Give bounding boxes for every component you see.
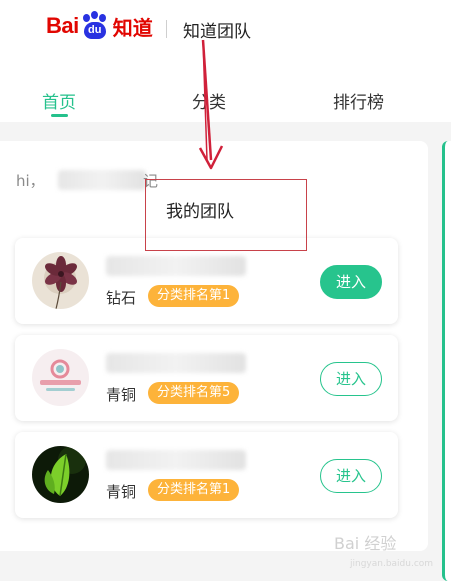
watermark-url: jingyan.baidu.com xyxy=(350,559,434,569)
team-rank-level: 青铜 xyxy=(106,483,137,501)
category-rank-badge: 分类排名第1 xyxy=(148,285,240,307)
baidu-zhidao-logo[interactable]: Bai du 知道 xyxy=(46,8,153,44)
tab-home[interactable]: 首页 xyxy=(42,88,76,113)
next-card-edge[interactable] xyxy=(442,141,451,581)
category-rank-badge: 分类排名第1 xyxy=(148,479,240,501)
annotation-label: 我的团队 xyxy=(166,202,234,222)
logo-bai-text: Bai xyxy=(46,13,79,38)
team-row[interactable]: 青铜 分类排名第1 进入 xyxy=(15,432,398,518)
app-header: Bai du 知道 知道团队 xyxy=(0,0,451,62)
team-row[interactable]: 青铜 分类排名第5 进入 xyxy=(15,335,398,421)
enter-team-button[interactable]: 进入 xyxy=(320,265,382,299)
baidu-jingyan-watermark: Bai 经验 xyxy=(334,534,397,553)
greeting-prefix: hi， xyxy=(16,172,45,190)
page-title: 知道团队 xyxy=(183,22,251,42)
tab-bar: 首页 分类 排行榜 xyxy=(0,82,451,122)
logo-du-text: du xyxy=(83,22,106,39)
logo-zhidao-text: 知道 xyxy=(112,15,153,40)
team-name-blurred xyxy=(106,353,246,373)
username-blurred xyxy=(58,170,146,190)
team-avatar xyxy=(32,252,89,309)
tab-category[interactable]: 分类 xyxy=(192,88,226,113)
enter-team-button[interactable]: 进入 xyxy=(320,459,382,493)
header-divider xyxy=(166,20,167,38)
team-rank-level: 青铜 xyxy=(106,386,137,404)
team-avatar xyxy=(32,446,89,503)
baidu-paw-icon: du xyxy=(80,11,110,41)
team-name-blurred xyxy=(106,450,246,470)
tab-active-indicator xyxy=(51,114,68,117)
category-rank-badge: 分类排名第5 xyxy=(148,382,240,404)
team-avatar xyxy=(32,349,89,406)
team-name-blurred xyxy=(106,256,246,276)
tab-ranking[interactable]: 排行榜 xyxy=(333,88,384,113)
enter-team-button[interactable]: 进入 xyxy=(320,362,382,396)
team-rank-level: 钻石 xyxy=(106,289,137,307)
